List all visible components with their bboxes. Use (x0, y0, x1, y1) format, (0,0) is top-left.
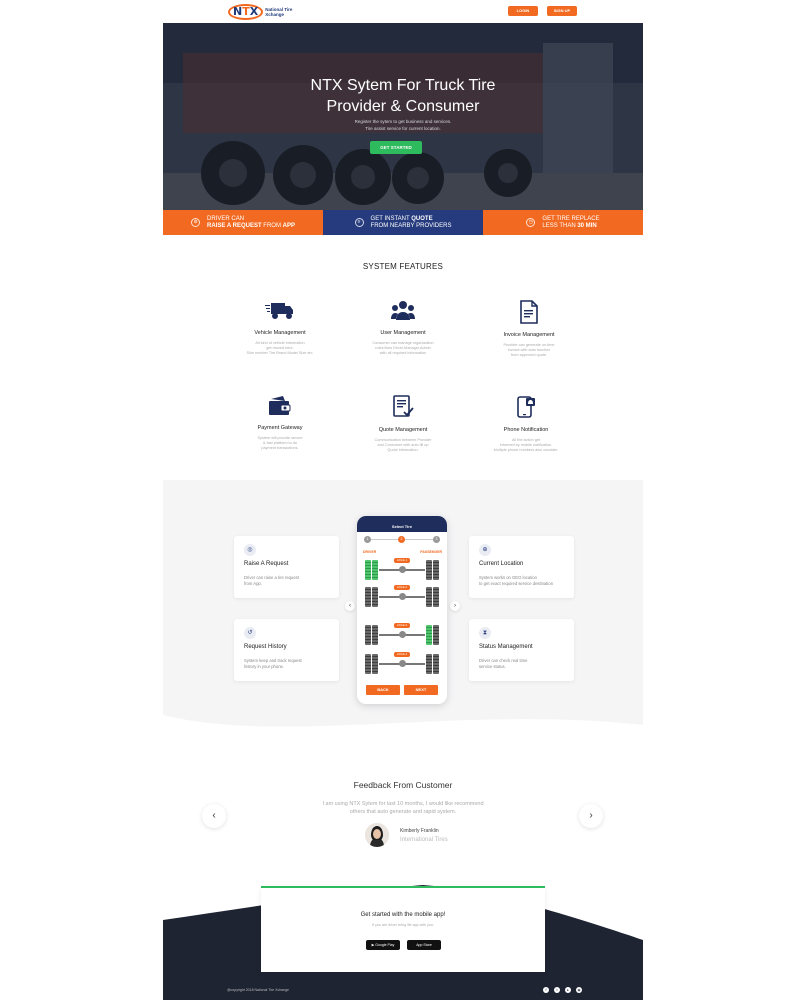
copyright-text: @copyright 2018 National Tire Xchange (227, 988, 289, 992)
instagram-icon[interactable]: ◉ (576, 987, 582, 993)
benefit-raise-request: ⊚ DRIVER CAN RAISE A REQUEST FROM APP (163, 210, 323, 235)
driver-side-label: DRIVER (363, 550, 377, 554)
invoice-icon (520, 300, 538, 324)
avatar (365, 823, 389, 847)
next-arrow-button[interactable]: › (450, 601, 460, 611)
top-header: NTX National Tire Xchange LOGIN SIGN UP (163, 0, 643, 23)
globe-icon: ⊕ (479, 544, 491, 556)
card-current-location: ⊕ Current Location System works on GEO l… (469, 536, 574, 598)
next-button[interactable]: NEXT (404, 685, 438, 695)
phone-steps: 1 2 3 (357, 532, 447, 546)
step-1: 1 (364, 536, 371, 543)
features-title: SYSTEM FEATURES (362, 262, 444, 271)
benefits-band: ⊚ DRIVER CAN RAISE A REQUEST FROM APP ≡ … (163, 210, 643, 235)
back-button[interactable]: BACK (366, 685, 400, 695)
axle-row[interactable]: AXLE 4 (365, 652, 439, 674)
feature-payment-gateway: Payment Gateway System will provide secu… (230, 395, 330, 451)
feature-phone-notification: Phone Notification All the action get inf… (476, 395, 576, 453)
feature-invoice-management: Invoice Management Provider can generate… (479, 300, 579, 358)
feedback-quote: I am using NTX Sytem for last 10 months,… (322, 801, 484, 815)
google-play-button[interactable]: ▶ Google Play (366, 940, 400, 950)
signup-button[interactable]: SIGN UP (547, 6, 577, 16)
axle-row[interactable]: AXLE 3 (365, 623, 439, 645)
hero-banner: NTX Sytem For Truck Tire Provider & Cons… (163, 23, 643, 210)
feedback-prev-button[interactable]: ‹ (202, 804, 226, 828)
cta-subtitle: If you are driver bring life app with yo… (372, 923, 434, 927)
hourglass-icon: ⧗ (479, 627, 491, 639)
feedback-next-button[interactable]: › (579, 804, 603, 828)
logo[interactable]: NTX National Tire Xchange (228, 4, 299, 20)
get-started-button[interactable]: GET STARTED (370, 141, 422, 154)
cta-title: Get started with the mobile app! (360, 912, 446, 918)
feature-quote-management: Quote Management Communication between P… (353, 395, 453, 453)
phone-bell-icon (517, 396, 535, 418)
logo-mark: NTX (228, 4, 264, 20)
card-status-management: ⧗ Status Management Driver can check rea… (469, 619, 574, 681)
step-3: 3 (433, 536, 440, 543)
benefit-fast-replace: ◷ GET TIRE REPLACE LESS THAN 30 MIN (483, 210, 643, 235)
mobile-app-cta: Get started with the mobile app! If you … (261, 886, 545, 972)
customer-company: International Tires (400, 837, 448, 843)
phone-mockup: Select Tire 1 2 3 DRIVER PASSENGER AXLE … (357, 516, 447, 704)
wallet-icon (269, 396, 291, 415)
app-store-button[interactable]: App Store (407, 940, 441, 950)
hero-title: NTX Sytem For Truck Tire Provider & Cons… (310, 77, 496, 115)
avatar-image (365, 823, 389, 847)
passenger-side-label: PASSENGER (420, 550, 442, 554)
quote-icon (393, 395, 414, 417)
truck-icon (265, 303, 293, 319)
facebook-icon[interactable]: f (543, 987, 549, 993)
customer-name: Kimberly Franklin (400, 828, 439, 834)
logo-text: National Tire Xchange (265, 7, 293, 17)
axle-row[interactable]: AXLE 2 (365, 585, 439, 607)
prev-arrow-button[interactable]: ‹ (345, 601, 355, 611)
twitter-icon[interactable]: t (554, 987, 560, 993)
clock-icon: ◷ (526, 218, 536, 227)
feedback-title: Feedback From Customer (353, 780, 453, 790)
wave-divider (163, 715, 643, 745)
users-icon (391, 301, 415, 320)
document-icon: ≡ (354, 218, 364, 227)
phone-screen-title: Select Tire (357, 516, 447, 532)
feature-user-management: User Management Consumer can manage orga… (353, 300, 453, 356)
target-icon: ◎ (244, 544, 256, 556)
card-request-history: ↺ Request History System keep and track … (234, 619, 339, 681)
login-button[interactable]: LOGIN (508, 6, 538, 16)
card-raise-request: ◎ Raise A Request Driver can raise a tir… (234, 536, 339, 598)
step-2: 2 (398, 536, 405, 543)
history-icon: ↺ (244, 627, 256, 639)
feature-vehicle-management: Vehicle Management All kind of vehicle i… (230, 300, 330, 356)
youtube-icon[interactable]: ▸ (565, 987, 571, 993)
benefit-instant-quote: ≡ GET INSTANT QUOTE FROM NEARBY PROVIDER… (323, 210, 483, 235)
axle-row[interactable]: AXLE 1 (365, 558, 439, 580)
tire-icon: ⊚ (191, 218, 201, 227)
hero-subtitle: Register the sytem to get business and s… (354, 119, 452, 131)
